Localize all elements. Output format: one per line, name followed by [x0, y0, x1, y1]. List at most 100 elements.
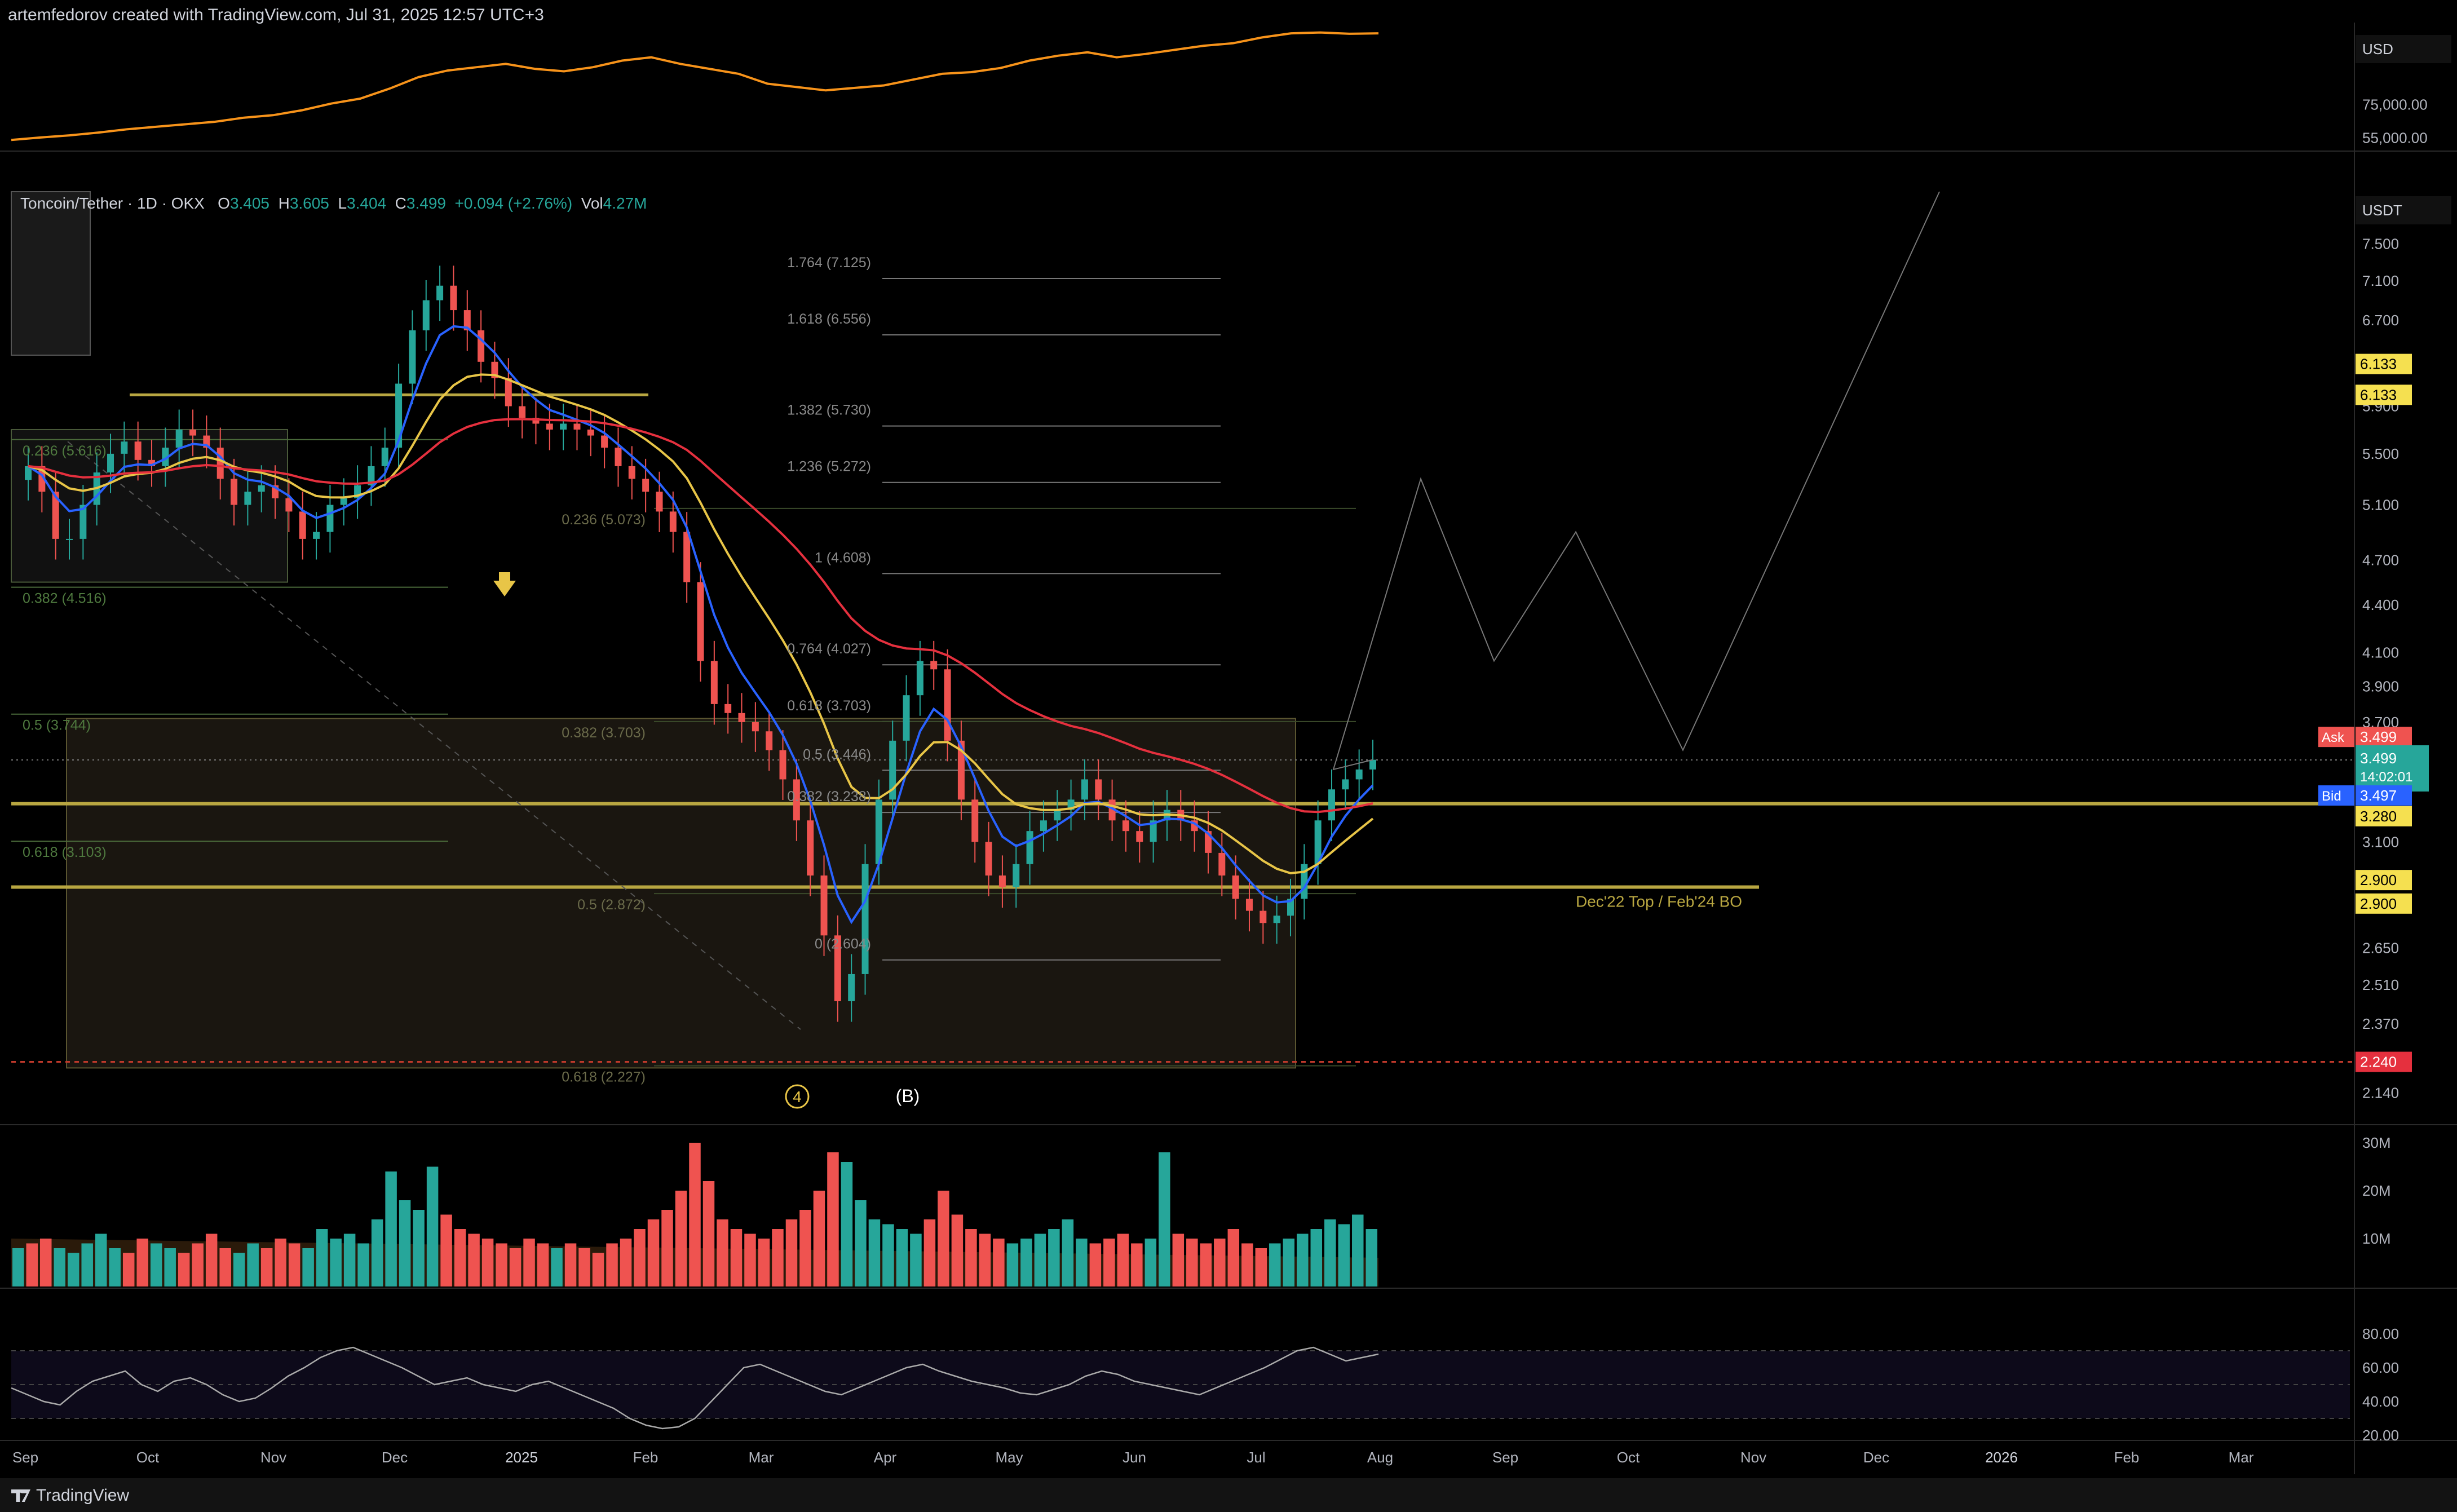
candle-body — [478, 330, 485, 362]
time-axis-tick: Dec — [1863, 1449, 1889, 1466]
volume-bar — [689, 1143, 701, 1286]
candle-body — [1245, 899, 1253, 911]
time-axis-tick: Aug — [1367, 1449, 1393, 1466]
mid-fib-label: 0.236 (5.073) — [562, 512, 646, 528]
candle-body — [450, 285, 457, 311]
volume-bar — [675, 1191, 687, 1286]
volume-bar — [951, 1214, 964, 1286]
candle-body — [1026, 831, 1033, 864]
volume-value: 4.27M — [603, 194, 647, 212]
volume-bar — [67, 1253, 79, 1286]
fib-level-label: 1.382 (5.730) — [787, 403, 871, 418]
candle-body — [573, 423, 581, 430]
tag-6133-b: 6.133 — [2360, 386, 2397, 403]
volume-bar — [399, 1200, 411, 1286]
volume-bar — [302, 1248, 314, 1286]
time-axis-tick: Feb — [2114, 1449, 2140, 1466]
volume-bar — [440, 1214, 452, 1286]
tag-2240: 2.240 — [2360, 1054, 2397, 1071]
volume-bar — [1186, 1239, 1198, 1286]
rsi-axis-tick: 60.00 — [2362, 1359, 2399, 1376]
volume-bar — [219, 1248, 231, 1286]
volume-bar — [1338, 1224, 1350, 1286]
volume-bar — [855, 1200, 867, 1286]
volume-bar — [1144, 1239, 1157, 1286]
candle-body — [861, 864, 869, 974]
volume-bar — [606, 1243, 618, 1286]
volume-bar — [1255, 1248, 1267, 1286]
volume-bar — [896, 1229, 908, 1286]
volume-bar — [578, 1248, 590, 1286]
candle-body — [121, 441, 128, 454]
tradingview-logo-icon — [11, 1489, 30, 1502]
low-label: L — [338, 194, 347, 212]
candle-body — [944, 669, 951, 741]
price-axis-tick: 2.510 — [2362, 976, 2399, 993]
volume-bar — [247, 1243, 259, 1286]
candle-body — [656, 492, 663, 512]
volume-bar — [454, 1229, 466, 1286]
volume-bar — [772, 1229, 784, 1286]
volume-bar — [730, 1229, 743, 1286]
volume-bar — [1159, 1152, 1170, 1286]
candle-body — [1218, 852, 1226, 876]
candle-body — [381, 448, 388, 466]
countdown-label: 14:02:01 — [2360, 770, 2412, 785]
volume-bar — [620, 1239, 632, 1286]
candle-body — [560, 423, 567, 430]
open-label: O — [218, 194, 230, 212]
volume-bar — [1241, 1243, 1253, 1286]
volume-bar — [95, 1234, 107, 1286]
candle-body — [216, 448, 224, 479]
volume-bar — [1117, 1234, 1129, 1286]
time-axis-tick: Feb — [633, 1449, 659, 1466]
price-axis-tick: 2.650 — [2362, 940, 2399, 957]
volume-bar — [1076, 1239, 1088, 1286]
volume-bar — [634, 1229, 646, 1286]
price-axis-tick: 7.500 — [2362, 235, 2399, 252]
wave-b-label: (B) — [896, 1086, 920, 1106]
volume-bar — [1283, 1239, 1295, 1286]
volume-bar — [26, 1243, 38, 1286]
volume-bar — [54, 1248, 65, 1286]
volume-bar — [164, 1248, 176, 1286]
price-axis-tick: 4.700 — [2362, 552, 2399, 569]
btc-price-line — [11, 31, 1379, 142]
tradingview-chart[interactable]: USD 75,000.00 55,000.00 Dec'22 Top / Feb'24… — [0, 0, 2457, 1512]
price-axis-tick: 2.140 — [2362, 1084, 2399, 1101]
candle-body — [669, 511, 677, 532]
volume-bar — [938, 1191, 949, 1286]
projection-path — [1332, 191, 1940, 771]
volume-bar — [813, 1191, 825, 1286]
volume-bar — [1269, 1243, 1281, 1286]
volume-bar — [592, 1253, 604, 1286]
candle-body — [1095, 779, 1102, 800]
volume-bar — [260, 1248, 273, 1286]
close-label: C — [395, 194, 406, 212]
candle-body — [189, 429, 197, 436]
volume-bar — [1131, 1243, 1143, 1286]
time-axis-tick: Mar — [2229, 1449, 2254, 1466]
candle-body — [1013, 864, 1020, 887]
volume-bar — [468, 1234, 480, 1286]
volume-bar — [965, 1229, 977, 1286]
mid-fib-label: 0.618 (2.227) — [562, 1069, 646, 1085]
time-axis-tick: Dec — [382, 1449, 408, 1466]
candle-body — [1040, 820, 1047, 832]
time-axis-tick: Oct — [136, 1449, 160, 1466]
volume-bar — [150, 1243, 162, 1286]
volume-bar — [551, 1248, 563, 1286]
candle-body — [738, 713, 745, 722]
volume-bar — [496, 1243, 507, 1286]
left-fib-label: 0.5 (3.744) — [23, 718, 91, 733]
price-axis-tick: 2.370 — [2362, 1015, 2399, 1032]
volume-bar — [564, 1243, 577, 1286]
bid-tag-label: Bid — [2322, 789, 2341, 804]
time-axis-tick: Sep — [12, 1449, 38, 1466]
fib-level-label: 0.5 (3.446) — [803, 746, 871, 762]
volume-axis-tick: 10M — [2362, 1230, 2391, 1247]
fib-level-label: 0.764 (4.027) — [787, 641, 871, 657]
tradingview-logo[interactable]: TradingView — [11, 1486, 129, 1505]
btc-axis-tick: 55,000.00 — [2362, 129, 2428, 146]
volume-bar — [275, 1239, 286, 1286]
